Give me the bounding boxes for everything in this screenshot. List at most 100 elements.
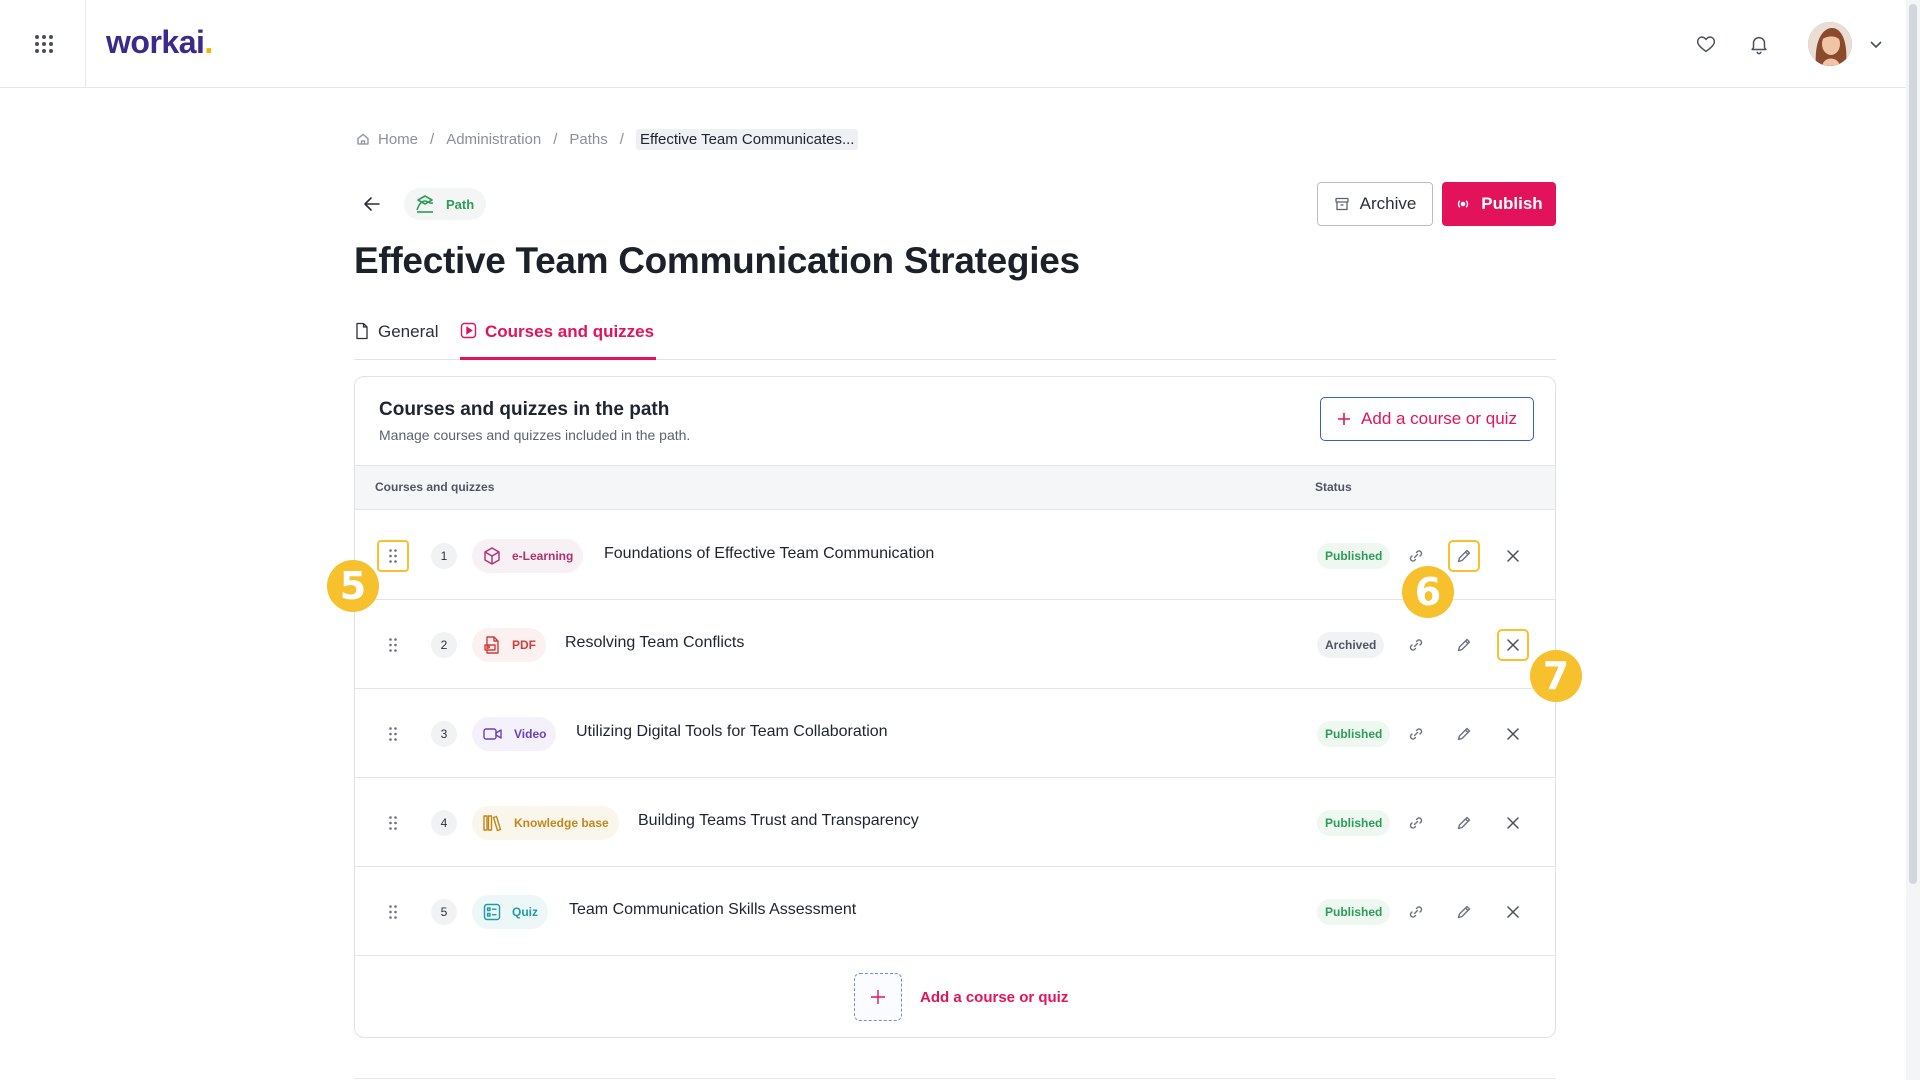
quiz-list-icon	[483, 903, 501, 921]
table-row: 1 e-Learning Foundations of Effective Te…	[355, 511, 1555, 600]
drag-handle[interactable]	[377, 807, 409, 839]
link-icon	[1409, 817, 1423, 829]
divider	[85, 0, 86, 88]
books-icon	[483, 815, 502, 832]
table-row: 2 PDF Resolving Team Conflicts Archived	[355, 600, 1555, 689]
breadcrumb-home[interactable]: Home	[378, 131, 418, 148]
pencil-icon	[1457, 727, 1471, 741]
logo-text: workai	[106, 24, 205, 60]
divider	[354, 1078, 1556, 1079]
notifications-button[interactable]	[1741, 26, 1777, 62]
row-number: 4	[431, 810, 457, 836]
publish-button-label: Publish	[1481, 194, 1543, 213]
remove-button[interactable]	[1497, 540, 1529, 572]
status-badge: Published	[1317, 721, 1391, 747]
plus-icon	[1338, 413, 1351, 425]
breadcrumb-current: Effective Team Communicates...	[635, 128, 859, 150]
type-chip-elearning: e-Learning	[472, 539, 584, 573]
row-number: 1	[431, 543, 457, 569]
publish-button[interactable]: Publish	[1442, 182, 1556, 226]
type-chip-quiz: Quiz	[472, 895, 548, 929]
drag-handle[interactable]	[377, 718, 409, 750]
user-avatar[interactable]	[1808, 22, 1852, 66]
remove-button[interactable]	[1497, 629, 1529, 661]
close-icon	[1507, 550, 1519, 562]
tab-general[interactable]: General	[354, 314, 438, 360]
workai-logo[interactable]: workai.	[106, 24, 213, 61]
pdf-icon	[484, 636, 499, 654]
card-title: Courses and quizzes in the path	[379, 399, 670, 420]
type-label: Knowledge base	[514, 816, 609, 830]
item-title[interactable]: Foundations of Effective Team Communicat…	[604, 545, 934, 563]
breadcrumb-separator: /	[430, 130, 435, 148]
link-button[interactable]	[1400, 718, 1432, 750]
callout-badge: 5	[327, 560, 379, 612]
broadcast-icon	[1458, 200, 1469, 208]
link-button[interactable]	[1400, 896, 1432, 928]
favorites-button[interactable]	[1688, 26, 1724, 62]
drag-handle[interactable]	[377, 896, 409, 928]
path-chip-label: Path	[446, 196, 475, 212]
column-header-status: Status	[1315, 480, 1352, 494]
grid-icon	[35, 35, 53, 53]
path-type-chip: Path	[404, 188, 487, 220]
add-course-or-quiz-button[interactable]: Add a course or quiz	[1320, 397, 1534, 441]
column-header-courses: Courses and quizzes	[375, 480, 495, 494]
app-launcher-button[interactable]	[24, 24, 64, 64]
type-label: PDF	[512, 638, 536, 652]
drag-handle[interactable]	[377, 540, 409, 572]
scrollbar-track[interactable]	[1906, 0, 1920, 1080]
top-bar: workai.	[0, 0, 1920, 88]
remove-button[interactable]	[1497, 718, 1529, 750]
breadcrumb-administration[interactable]: Administration	[446, 131, 541, 148]
edit-button[interactable]	[1448, 629, 1480, 661]
item-title[interactable]: Resolving Team Conflicts	[565, 634, 744, 652]
type-label: Video	[514, 727, 547, 741]
status-badge: Published	[1317, 543, 1391, 569]
remove-button[interactable]	[1497, 896, 1529, 928]
account-menu-toggle[interactable]	[1864, 32, 1888, 56]
link-icon	[1409, 639, 1423, 651]
breadcrumb-paths[interactable]: Paths	[569, 131, 607, 148]
edit-button[interactable]	[1448, 718, 1480, 750]
add-button-label: Add a course or quiz	[1361, 409, 1517, 428]
item-title[interactable]: Utilizing Digital Tools for Team Collabo…	[576, 723, 888, 741]
remove-button[interactable]	[1497, 807, 1529, 839]
drag-handle[interactable]	[377, 629, 409, 661]
callout-badge: 6	[1402, 566, 1454, 618]
archive-button[interactable]: Archive	[1317, 182, 1433, 226]
chevron-down-icon	[1870, 41, 1882, 49]
item-title[interactable]: Team Communication Skills Assessment	[569, 901, 856, 919]
arrow-left-icon	[364, 197, 380, 211]
type-label: Quiz	[512, 905, 538, 919]
home-icon[interactable]	[356, 132, 370, 146]
link-button[interactable]	[1400, 629, 1432, 661]
item-title[interactable]: Building Teams Trust and Transparency	[638, 812, 919, 830]
back-button[interactable]	[356, 188, 388, 220]
plus-icon	[871, 990, 885, 1004]
tab-courses-and-quizzes[interactable]: Courses and quizzes	[460, 314, 657, 360]
add-course-or-quiz-bottom-button[interactable]: Add a course or quiz	[854, 973, 1068, 1021]
row-number: 3	[431, 721, 457, 747]
breadcrumb: Home / Administration / Paths / Effectiv…	[356, 128, 859, 150]
drag-dots-icon	[389, 905, 397, 919]
callout-badge: 7	[1530, 650, 1582, 702]
link-icon	[1409, 550, 1423, 562]
avatar-image	[1808, 22, 1852, 66]
pencil-icon	[1457, 549, 1471, 563]
edit-button[interactable]	[1448, 896, 1480, 928]
type-label: e-Learning	[512, 549, 574, 563]
breadcrumb-separator: /	[553, 130, 558, 148]
video-icon	[483, 728, 502, 740]
pencil-icon	[1457, 638, 1471, 652]
edit-button[interactable]	[1448, 807, 1480, 839]
status-badge: Published	[1317, 899, 1391, 925]
link-icon	[1409, 906, 1423, 918]
link-button[interactable]	[1400, 807, 1432, 839]
page-title: Effective Team Communication Strategies	[354, 240, 1080, 281]
table-row: 3 Video Utilizing Digital Tools for Team…	[355, 689, 1555, 778]
pencil-icon	[1457, 816, 1471, 830]
scrollbar-thumb[interactable]	[1909, 4, 1917, 884]
cube-icon	[484, 547, 500, 565]
edit-button[interactable]	[1448, 540, 1480, 572]
